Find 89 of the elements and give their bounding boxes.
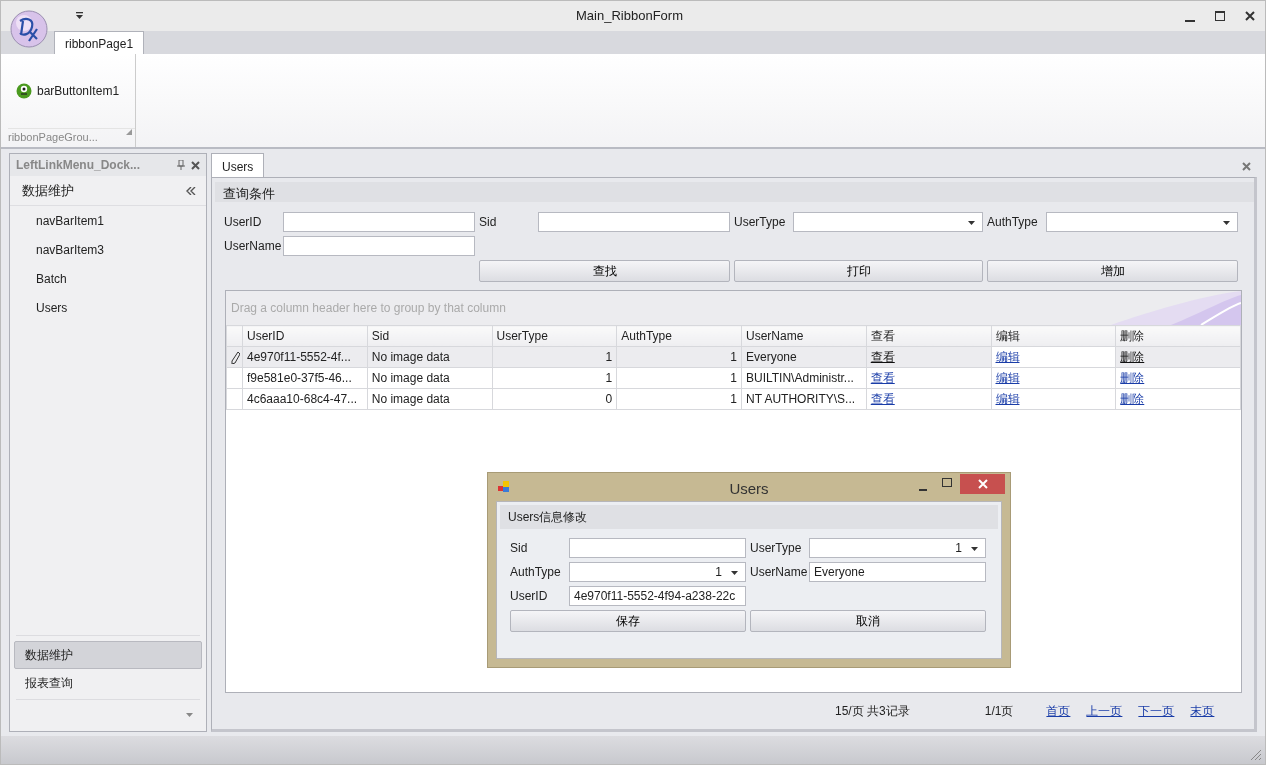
column-header[interactable]: UserID: [242, 325, 368, 347]
column-header[interactable]: 查看: [866, 325, 991, 347]
combo-box[interactable]: 1: [809, 538, 986, 558]
field-label: UserName: [224, 238, 279, 255]
column-header[interactable]: UserType: [492, 325, 617, 347]
field-label: UserName: [750, 564, 805, 581]
table-link[interactable]: 编辑: [995, 392, 1020, 406]
column-header[interactable]: 删除: [1115, 325, 1241, 347]
dialog-button[interactable]: 保存: [510, 610, 746, 632]
table-link[interactable]: 编辑: [995, 350, 1020, 364]
field-label: UserType: [750, 540, 803, 557]
table-cell: BUILTIN\Administr...: [741, 367, 867, 389]
action-button[interactable]: 打印: [734, 260, 983, 282]
monster-icon: [16, 82, 32, 99]
column-header[interactable]: AuthType: [616, 325, 742, 347]
maximize-icon: [1215, 11, 1225, 21]
field-label: Sid: [479, 214, 498, 231]
table-cell: No image data: [367, 367, 492, 389]
combo-box[interactable]: [793, 212, 983, 232]
table-link[interactable]: 删除: [1120, 371, 1145, 385]
minimize-icon: [1185, 20, 1195, 22]
field-label: AuthType: [510, 564, 562, 581]
dialog-title: Users: [728, 479, 770, 499]
resize-grip-icon[interactable]: [1251, 750, 1261, 760]
field-label: UserID: [510, 588, 549, 605]
close-icon[interactable]: [191, 160, 200, 170]
document-tab[interactable]: Users: [211, 153, 265, 177]
maximize-button[interactable]: [942, 478, 952, 488]
action-button[interactable]: 增加: [987, 260, 1238, 282]
collapse-icon[interactable]: [186, 186, 196, 195]
combo-box[interactable]: 1: [569, 562, 746, 582]
close-icon: [1245, 11, 1255, 21]
ribbon-button[interactable]: barButtonItem1: [8, 54, 135, 128]
field-label: UserID: [224, 214, 263, 231]
pager-link[interactable]: 上一页: [1086, 702, 1123, 720]
close-icon: [977, 479, 988, 489]
input-field[interactable]: 4e970f11-5552-4f94-a238-22c: [569, 586, 746, 606]
input-field[interactable]: [283, 212, 475, 232]
table-cell: 4c6aaa10-68c4-47...: [242, 388, 368, 410]
group-button[interactable]: 数据维护: [14, 641, 202, 669]
field-label: Sid: [510, 540, 529, 557]
nav-item[interactable]: navBarItem1: [36, 211, 105, 230]
group-header[interactable]: 数据维护: [22, 180, 74, 201]
table-cell: No image data: [367, 388, 492, 410]
input-field[interactable]: Everyone: [809, 562, 986, 582]
panel-header: 查询条件: [215, 182, 1254, 202]
group-title: Users信息修改: [500, 505, 998, 529]
pager-link[interactable]: 首页: [1046, 702, 1071, 720]
dialog-button[interactable]: 取消: [750, 610, 986, 632]
table-cell: 0: [492, 388, 617, 410]
group-panel-hint: Drag a column header here to group by that column: [231, 300, 506, 317]
pager-link[interactable]: 下一页: [1138, 702, 1175, 720]
input-field[interactable]: [283, 236, 475, 256]
field-label: AuthType: [987, 214, 1039, 231]
pin-icon[interactable]: [177, 160, 185, 170]
expand-icon[interactable]: [126, 128, 132, 135]
table-cell: 1: [616, 388, 742, 410]
group-button[interactable]: 报表查询: [14, 669, 202, 697]
column-header[interactable]: 编辑: [991, 325, 1116, 347]
input-field[interactable]: [569, 538, 746, 558]
table-link[interactable]: 查看: [870, 371, 895, 385]
window-title: Main_RibbonForm: [575, 7, 684, 26]
page-info: 1/1页: [984, 703, 1014, 720]
table-link[interactable]: 查看: [870, 350, 895, 364]
table-cell: f9e581e0-37f5-46...: [242, 367, 368, 389]
table-link[interactable]: 编辑: [995, 371, 1020, 385]
page-size-text: 15/页 共3记录: [835, 703, 910, 720]
dropdown-icon[interactable]: [75, 12, 84, 20]
table-cell: NT AUTHORITY\S...: [741, 388, 867, 410]
nav-item[interactable]: Batch: [36, 269, 67, 288]
table-link[interactable]: 删除: [1120, 350, 1145, 364]
combo-box[interactable]: [1046, 212, 1238, 232]
input-field[interactable]: [538, 212, 730, 232]
ribbon-tab[interactable]: ribbonPage1: [54, 31, 145, 54]
panel-title: LeftLinkMenu_Dock...: [16, 157, 141, 174]
group-caption: ribbonPageGrou...: [8, 129, 98, 145]
table-link[interactable]: 删除: [1120, 392, 1145, 406]
nav-item[interactable]: navBarItem3: [36, 240, 105, 259]
close-icon[interactable]: [1242, 162, 1251, 171]
field-label: UserType: [734, 214, 787, 231]
nav-item[interactable]: Users: [36, 298, 68, 317]
action-button[interactable]: 查找: [479, 260, 730, 282]
table-cell: 1: [616, 367, 742, 389]
column-header[interactable]: Sid: [367, 325, 492, 347]
table-link[interactable]: 查看: [870, 392, 895, 406]
table-cell: 1: [492, 367, 617, 389]
column-header[interactable]: UserName: [741, 325, 867, 347]
pager-link[interactable]: 末页: [1190, 702, 1215, 720]
app-icon: [498, 481, 510, 493]
